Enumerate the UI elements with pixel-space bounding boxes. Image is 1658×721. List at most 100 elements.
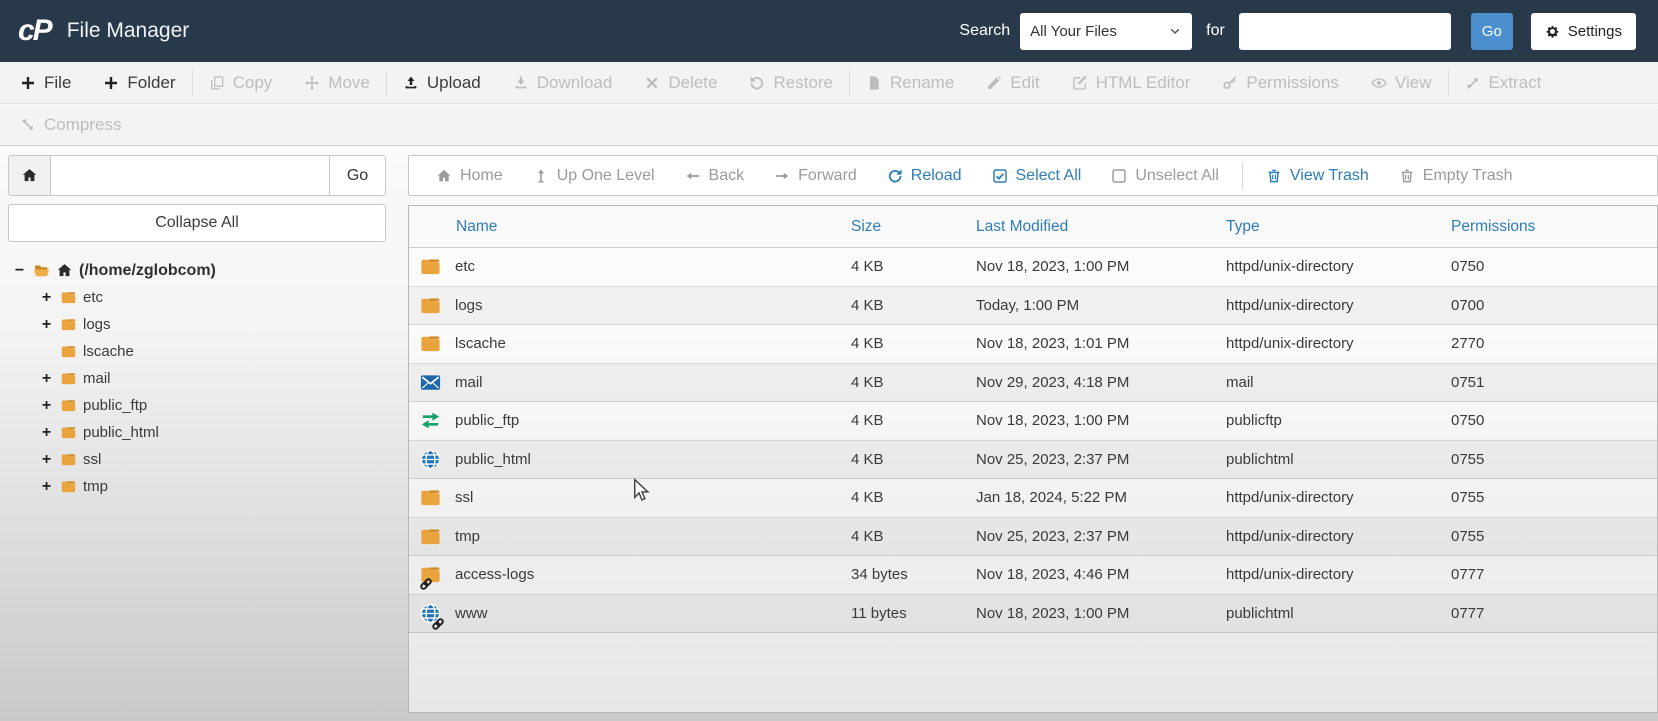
- file-row-mail[interactable]: mail 4 KB Nov 29, 2023, 4:18 PM mail 075…: [409, 363, 1657, 402]
- column-header-name[interactable]: Name: [409, 218, 851, 236]
- toolbar-copy-button[interactable]: Copy: [193, 62, 289, 103]
- toolbar-secondary: Compress: [0, 105, 1658, 146]
- nav-home-button[interactable]: Home: [421, 167, 518, 185]
- column-header-type[interactable]: Type: [1226, 218, 1451, 236]
- tree-expand-toggle[interactable]: +: [39, 451, 54, 469]
- file-row-logs[interactable]: logs 4 KB Today, 1:00 PM httpd/unix-dire…: [409, 286, 1657, 325]
- file-row-etc[interactable]: etc 4 KB Nov 18, 2023, 1:00 PM httpd/uni…: [409, 248, 1657, 287]
- nav-view-trash-button[interactable]: View Trash: [1251, 167, 1384, 185]
- file-name: access-logs: [455, 566, 535, 584]
- file-size: 34 bytes: [851, 566, 908, 584]
- column-header-size[interactable]: Size: [851, 218, 976, 236]
- search-input[interactable]: [1238, 12, 1451, 50]
- toolbar-edit-button[interactable]: Edit: [970, 62, 1055, 103]
- toolbar-file-button[interactable]: File: [4, 62, 87, 103]
- forward-arrow-icon: [774, 168, 790, 184]
- gear-icon: [1545, 24, 1560, 39]
- tree-expand-toggle[interactable]: +: [39, 370, 54, 388]
- tree-expand-toggle[interactable]: +: [39, 289, 54, 307]
- globe-icon: [419, 448, 442, 471]
- tree-item-root[interactable]: − (/home/zglobcom): [12, 257, 216, 284]
- tree-item-tmp[interactable]: + tmp: [12, 473, 216, 500]
- column-header-last-modified[interactable]: Last Modified: [976, 218, 1226, 236]
- compress-icon: [20, 117, 36, 133]
- file-row-www[interactable]: www 11 bytes Nov 18, 2023, 1:00 PM publi…: [409, 594, 1657, 633]
- search-scope-select[interactable]: All Your Files: [1020, 12, 1193, 50]
- toolbar-delete-button[interactable]: Delete: [628, 62, 733, 103]
- toolbar-html-editor-button[interactable]: HTML Editor: [1056, 62, 1207, 103]
- cpanel-logo: cP: [18, 14, 53, 47]
- folder-icon: [60, 478, 77, 495]
- tree-item-label: etc: [83, 289, 104, 306]
- file-row-access-logs[interactable]: access-logs 34 bytes Nov 18, 2023, 4:46 …: [409, 556, 1657, 595]
- toolbar-compress-button[interactable]: Compress: [4, 105, 137, 145]
- nav-unselect-all-button[interactable]: Unselect All: [1096, 167, 1234, 185]
- file-row-ssl[interactable]: ssl 4 KB Jan 18, 2024, 5:22 PM httpd/uni…: [409, 479, 1657, 518]
- file-row-public-html[interactable]: public_html 4 KB Nov 25, 2023, 2:37 PM p…: [409, 440, 1657, 479]
- tree-item-ssl[interactable]: + ssl: [12, 446, 216, 473]
- symlink-icon: [419, 577, 433, 591]
- settings-button[interactable]: Settings: [1530, 12, 1636, 50]
- file-row-lscache[interactable]: lscache 4 KB Nov 18, 2023, 1:01 PM httpd…: [409, 325, 1657, 364]
- search-go-button[interactable]: Go: [1470, 12, 1513, 50]
- toolbar-extract-button[interactable]: Extract: [1449, 62, 1558, 103]
- toolbar-view-button[interactable]: View: [1355, 62, 1448, 103]
- file-name: public_ftp: [455, 412, 520, 430]
- tree-collapse-toggle[interactable]: −: [12, 262, 27, 280]
- path-input[interactable]: [51, 156, 329, 195]
- nav-select-all-button[interactable]: Select All: [977, 167, 1097, 185]
- file-size: 4 KB: [851, 489, 884, 507]
- tree-item-public-ftp[interactable]: + public_ftp: [12, 392, 216, 419]
- nav-empty-trash-button[interactable]: Empty Trash: [1384, 167, 1528, 185]
- collapse-all-button[interactable]: Collapse All: [8, 204, 386, 242]
- file-name: lscache: [455, 335, 506, 353]
- navbar-divider: [1241, 161, 1243, 190]
- extract-icon: [1465, 75, 1481, 91]
- file-row-public-ftp[interactable]: public_ftp 4 KB Nov 18, 2023, 1:00 PM pu…: [409, 402, 1657, 441]
- tree-item-public-html[interactable]: + public_html: [12, 419, 216, 446]
- tree-expand-toggle[interactable]: +: [39, 424, 54, 442]
- file-type: httpd/unix-directory: [1226, 258, 1354, 276]
- tree-item-mail[interactable]: + mail: [12, 365, 216, 392]
- folder-open-icon: [33, 262, 50, 279]
- nav-up-one-level-button[interactable]: Up One Level: [518, 167, 670, 185]
- home-icon: [21, 167, 38, 184]
- tree-item-etc[interactable]: + etc: [12, 284, 216, 311]
- toolbar-folder-button[interactable]: Folder: [87, 62, 191, 103]
- checkbox-empty-icon: [1111, 168, 1127, 184]
- file-type: httpd/unix-directory: [1226, 489, 1354, 507]
- toolbar-download-button[interactable]: Download: [497, 62, 629, 103]
- nav-forward-button[interactable]: Forward: [759, 167, 872, 185]
- tree-expand-toggle[interactable]: +: [39, 397, 54, 415]
- tree-item-label: public_html: [83, 424, 159, 441]
- file-row-tmp[interactable]: tmp 4 KB Nov 25, 2023, 2:37 PM httpd/uni…: [409, 517, 1657, 556]
- plus-icon: [103, 75, 119, 91]
- file-modified: Nov 18, 2023, 1:00 PM: [976, 604, 1130, 622]
- path-go-button[interactable]: Go: [329, 156, 385, 195]
- tree-item-lscache[interactable]: lscache: [12, 338, 216, 365]
- file-size: 4 KB: [851, 335, 884, 353]
- toolbar-move-button[interactable]: Move: [288, 62, 386, 103]
- tree-item-logs[interactable]: + logs: [12, 311, 216, 338]
- file-permissions: 0777: [1451, 566, 1485, 584]
- toolbar-rename-button[interactable]: Rename: [850, 62, 970, 103]
- search-label: Search: [959, 22, 1011, 39]
- tree-expand-toggle[interactable]: +: [39, 478, 54, 496]
- nav-reload-button[interactable]: Reload: [872, 167, 977, 185]
- trash-icon: [1266, 168, 1282, 184]
- file-size: 4 KB: [851, 258, 884, 276]
- tree-expand-toggle[interactable]: +: [39, 316, 54, 334]
- nav-back-button[interactable]: Back: [670, 167, 760, 185]
- file-name: www: [455, 604, 488, 622]
- tree-item-label: tmp: [83, 478, 109, 495]
- toolbar-main: File Folder Copy Move Upload Download De…: [0, 62, 1658, 104]
- toolbar-permissions-button[interactable]: Permissions: [1206, 62, 1355, 103]
- column-header-permissions[interactable]: Permissions: [1451, 218, 1657, 236]
- file-size: 4 KB: [851, 373, 884, 391]
- folder-icon: [60, 316, 77, 333]
- toolbar-restore-button[interactable]: Restore: [733, 62, 849, 103]
- folder-icon: [60, 451, 77, 468]
- path-home-button[interactable]: [9, 156, 51, 195]
- toolbar-upload-button[interactable]: Upload: [387, 62, 497, 103]
- file-type: httpd/unix-directory: [1226, 335, 1354, 353]
